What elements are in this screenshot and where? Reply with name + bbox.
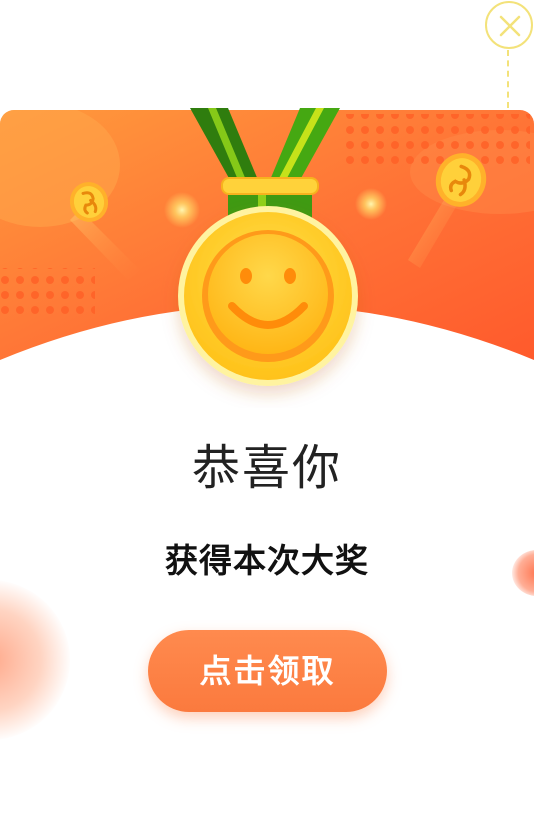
page-title: 恭喜你 [191,440,342,496]
reward-popup: 恭喜你 获得本次大奖 点击领取 [0,0,534,818]
reward-subtitle: 获得本次大奖 [165,541,369,580]
decorative-glow-left [0,580,70,740]
close-connector-line [507,50,509,108]
close-button[interactable] [485,1,533,49]
smiley-medal-icon [178,108,358,386]
claim-reward-button[interactable]: 点击领取 [148,630,387,712]
close-icon [499,15,521,37]
